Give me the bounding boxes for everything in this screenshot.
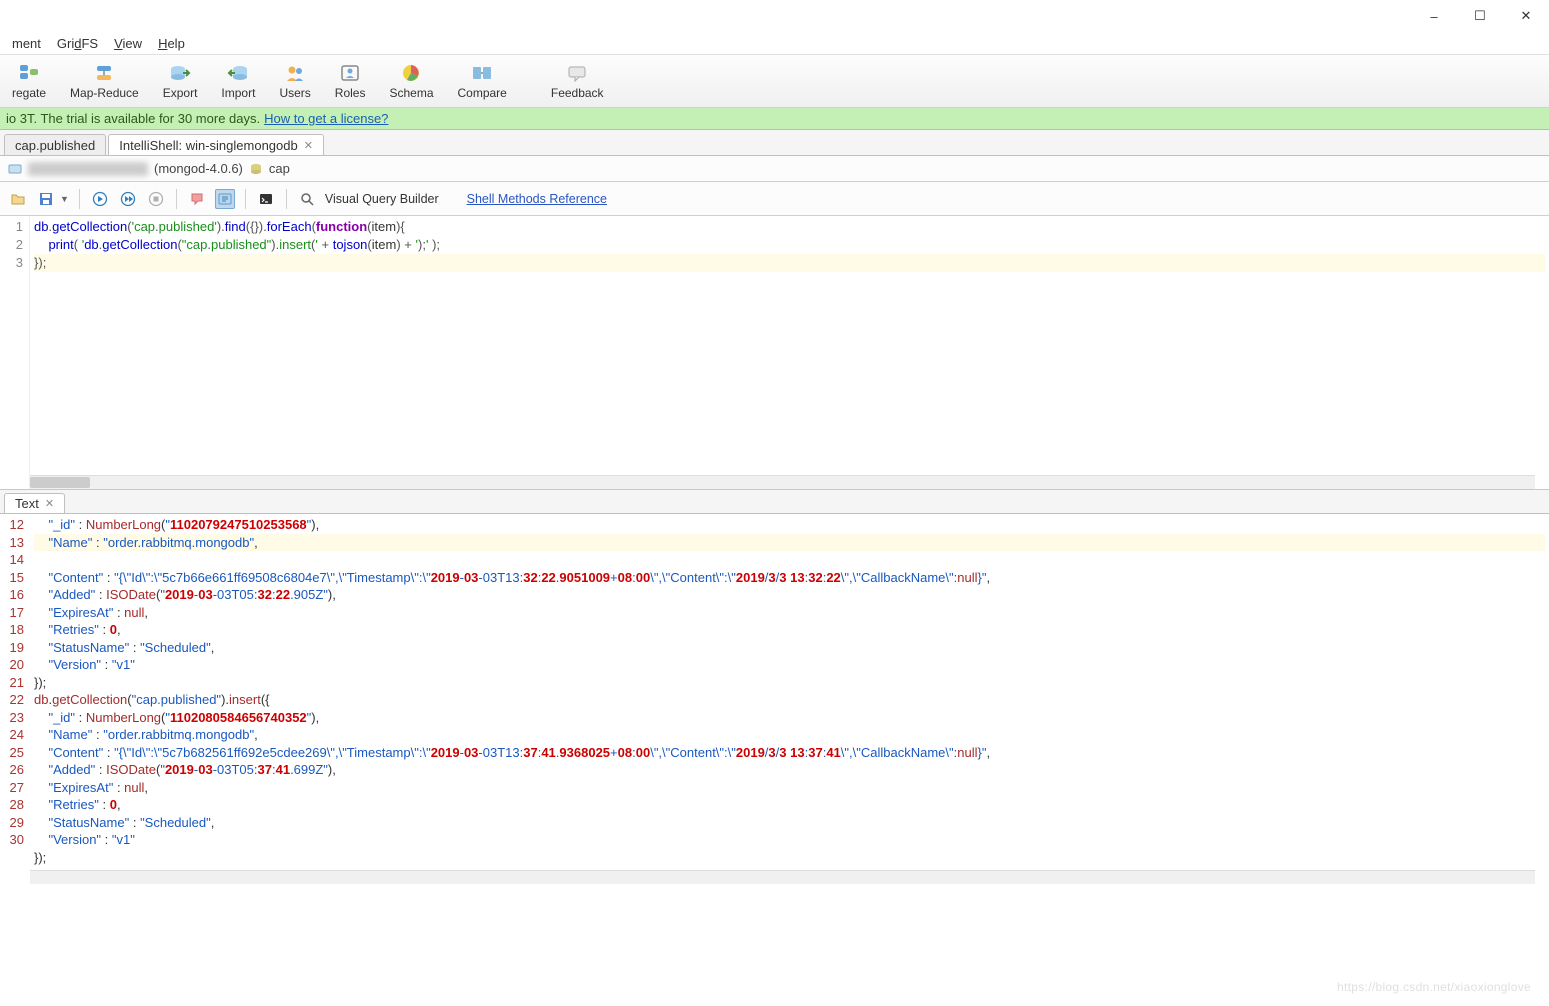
close-button[interactable]: ✕ <box>1503 0 1549 32</box>
editor-gutter: 1 2 3 <box>0 216 30 489</box>
open-file-icon[interactable] <box>8 189 28 209</box>
server-icon <box>8 162 22 176</box>
db-name: cap <box>269 161 290 176</box>
schema-button[interactable]: Schema <box>377 55 445 107</box>
watermark: https://blog.csdn.net/xiaoxionglove <box>1337 980 1531 994</box>
mongod-version: (mongod-4.0.6) <box>154 161 243 176</box>
trial-text: io 3T. The trial is available for 30 mor… <box>6 111 260 126</box>
db-import-icon <box>227 62 249 84</box>
results-scrollbar[interactable] <box>30 870 1535 884</box>
aggregate-button[interactable]: regate <box>0 55 58 107</box>
db-mr-icon <box>93 62 115 84</box>
autocomplete-icon[interactable] <box>187 189 207 209</box>
db-agg-icon <box>18 62 40 84</box>
users-button[interactable]: Users <box>267 55 322 107</box>
feedback-button[interactable]: Feedback <box>539 55 616 107</box>
connection-context: (mongod-4.0.6) cap <box>0 156 1549 182</box>
run-all-icon[interactable] <box>118 189 138 209</box>
result-tab-text[interactable]: Text ✕ <box>4 493 65 513</box>
run-icon[interactable] <box>90 189 110 209</box>
shell-toolbar: ▼ Visual Query Builder Shell Methods Ref… <box>0 182 1549 216</box>
save-icon[interactable] <box>36 189 56 209</box>
compare-icon <box>471 62 493 84</box>
menubar: ment GridFS View Help <box>0 32 1549 54</box>
editor-code[interactable]: db.getCollection('cap.published').find({… <box>30 216 1549 489</box>
main-toolbar: regate Map-Reduce Export Import Users Ro… <box>0 54 1549 108</box>
shell-methods-reference-link[interactable]: Shell Methods Reference <box>467 192 607 206</box>
feedback-icon <box>566 62 588 84</box>
editor-scrollbar[interactable] <box>30 475 1535 489</box>
document-tabs: cap.published IntelliShell: win-singlemo… <box>0 130 1549 156</box>
menu-view[interactable]: View <box>106 34 150 53</box>
menu-document[interactable]: ment <box>4 34 49 53</box>
results-code[interactable]: "_id" : NumberLong("1102079247510253568"… <box>30 514 1549 884</box>
titlebar: – ☐ ✕ <box>0 0 1549 32</box>
db-icon <box>249 162 263 176</box>
raw-shell-icon[interactable] <box>256 189 276 209</box>
result-tabs: Text ✕ <box>0 490 1549 514</box>
tab-intellishell[interactable]: IntelliShell: win-singlemongodb ✕ <box>108 134 324 155</box>
save-dropdown-icon[interactable]: ▼ <box>60 194 69 204</box>
menu-gridfs[interactable]: GridFS <box>49 34 106 53</box>
maximize-button[interactable]: ☐ <box>1457 0 1503 32</box>
map-reduce-button[interactable]: Map-Reduce <box>58 55 151 107</box>
schema-icon <box>400 62 422 84</box>
results-gutter: 12131415161718192021222324252627282930 <box>0 514 30 884</box>
export-button[interactable]: Export <box>151 55 210 107</box>
trial-banner: io 3T. The trial is available for 30 mor… <box>0 108 1549 130</box>
db-export-icon <box>169 62 191 84</box>
results-panel[interactable]: 12131415161718192021222324252627282930 "… <box>0 514 1549 884</box>
menu-help[interactable]: Help <box>150 34 193 53</box>
users-icon <box>284 62 306 84</box>
roles-button[interactable]: Roles <box>323 55 378 107</box>
compare-button[interactable]: Compare <box>446 55 519 107</box>
server-name-blurred <box>28 162 148 176</box>
code-editor[interactable]: 1 2 3 db.getCollection('cap.published').… <box>0 216 1549 490</box>
roles-icon <box>339 62 361 84</box>
search-icon[interactable] <box>297 189 317 209</box>
license-link[interactable]: How to get a license? <box>264 111 388 126</box>
close-result-tab-icon[interactable]: ✕ <box>45 497 54 510</box>
tab-cap-published[interactable]: cap.published <box>4 134 106 155</box>
close-tab-icon[interactable]: ✕ <box>304 139 313 152</box>
stop-icon[interactable] <box>146 189 166 209</box>
minimize-button[interactable]: – <box>1411 0 1457 32</box>
visual-query-builder-label[interactable]: Visual Query Builder <box>325 192 439 206</box>
query-assist-icon[interactable] <box>215 189 235 209</box>
import-button[interactable]: Import <box>209 55 267 107</box>
